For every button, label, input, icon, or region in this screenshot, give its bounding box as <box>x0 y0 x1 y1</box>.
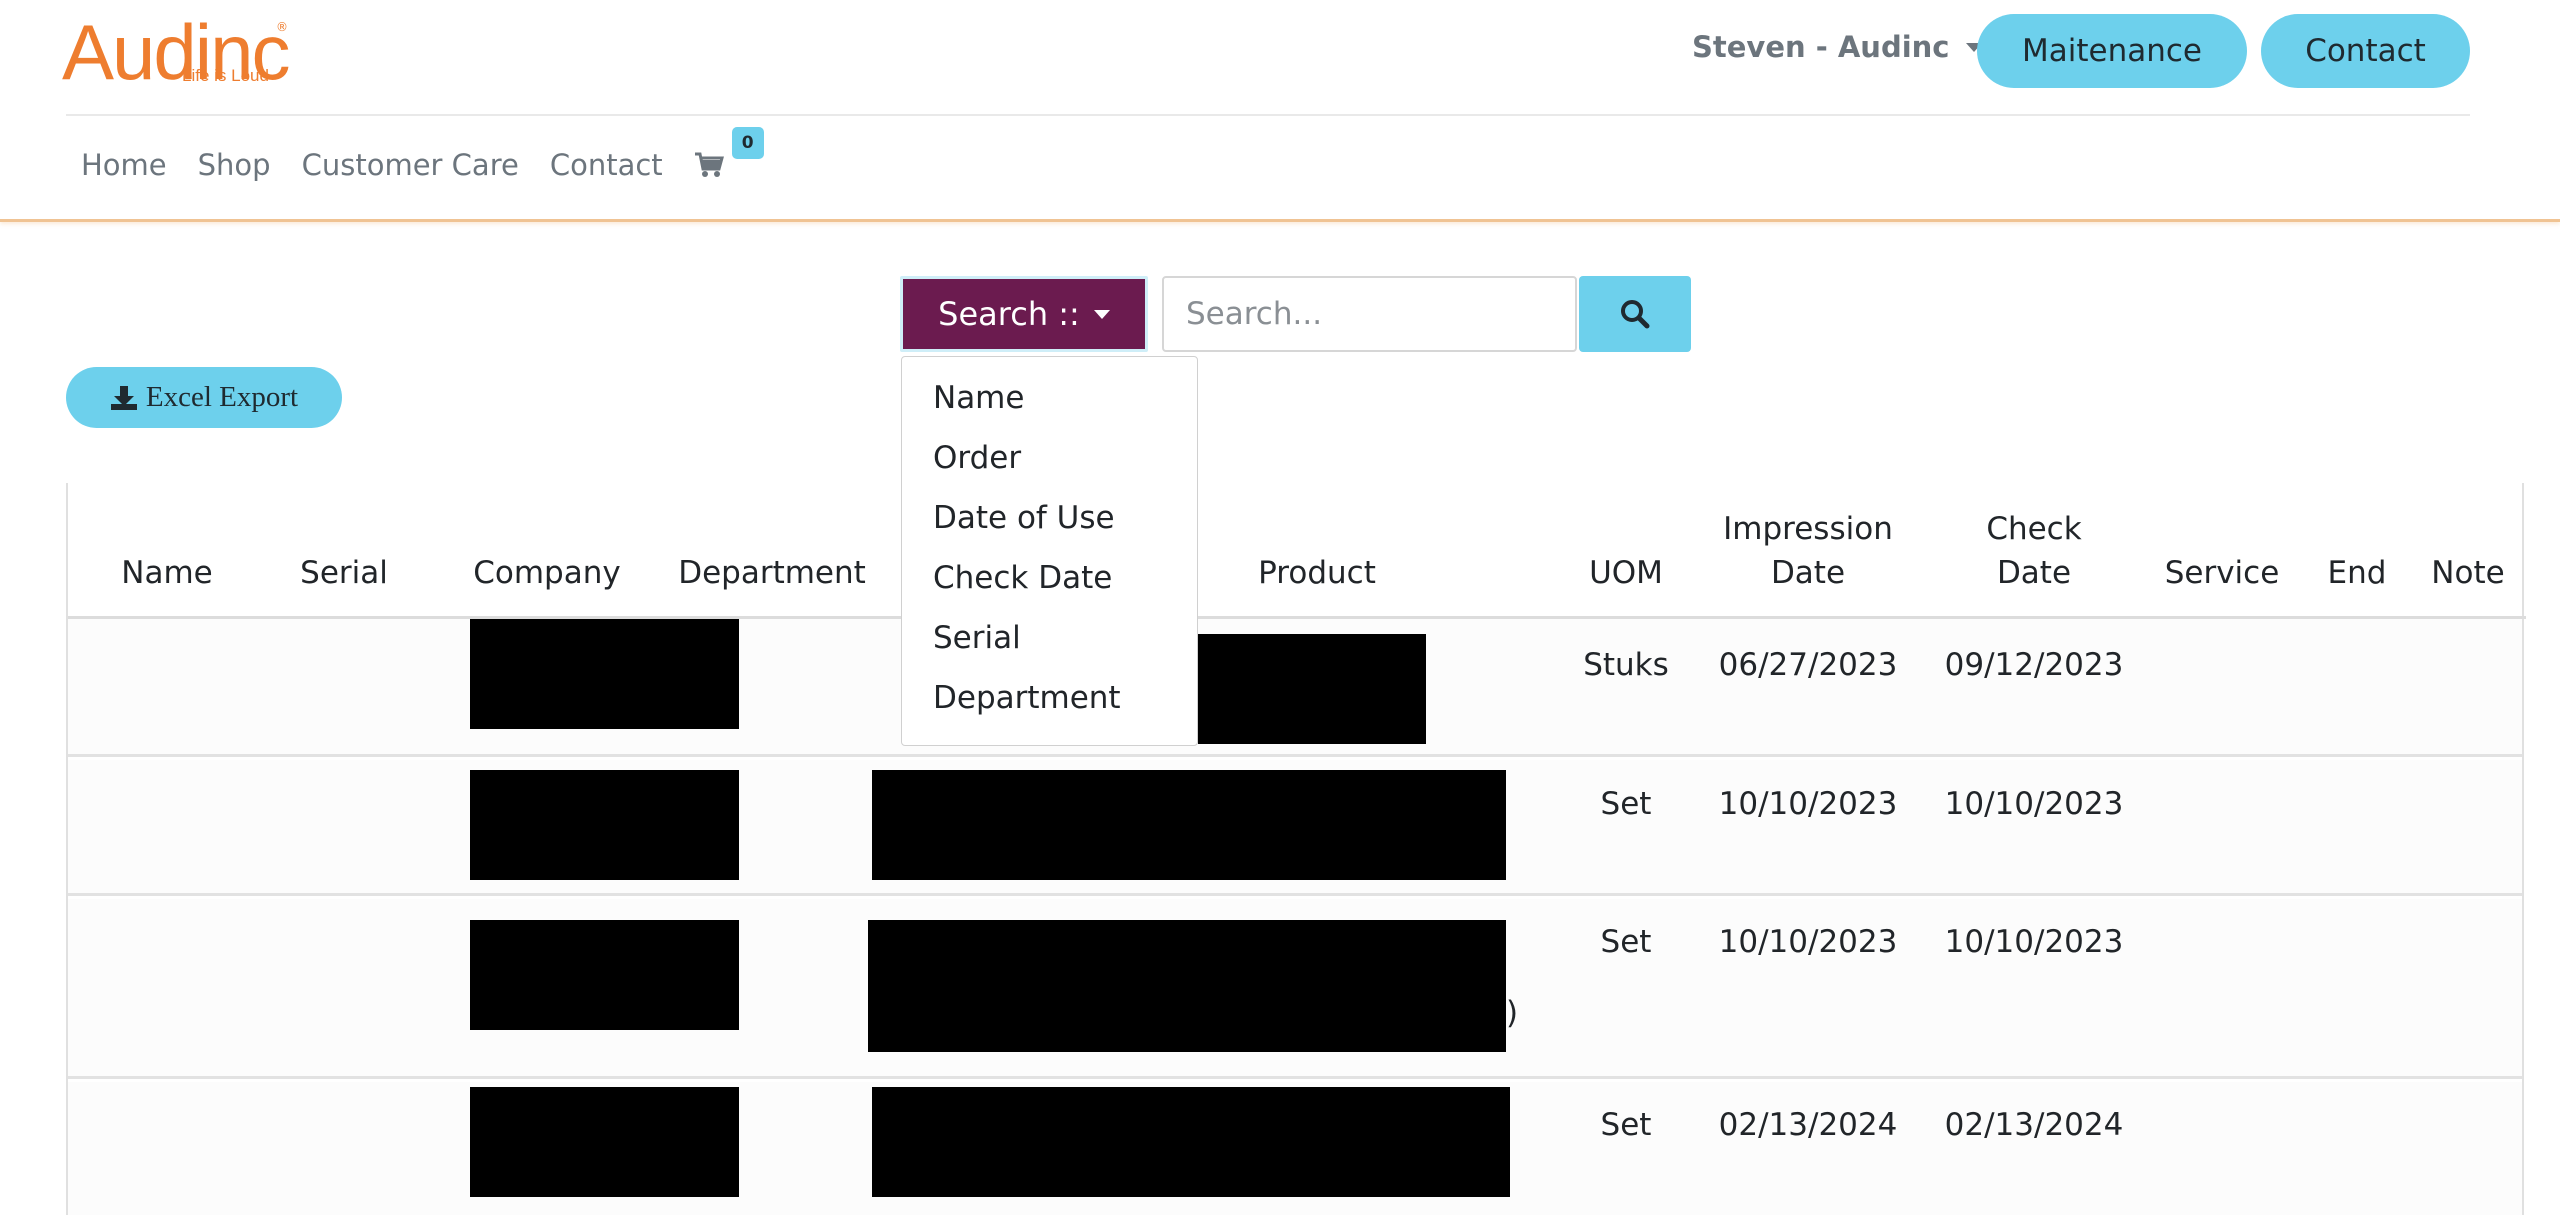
maintenance-button[interactable]: Maitenance <box>1977 14 2247 88</box>
dropdown-option-check-date[interactable]: Check Date <box>902 553 1197 613</box>
redacted-company <box>470 770 739 880</box>
cell-check-date: 10/10/2023 <box>1944 924 2124 960</box>
excel-export-label: Excel Export <box>145 381 299 413</box>
redacted-product <box>872 1087 1510 1197</box>
column-header-note[interactable]: Note <box>2418 551 2518 595</box>
download-icon <box>110 385 137 410</box>
nav-item-shop[interactable]: Shop <box>198 148 271 182</box>
contact-button[interactable]: Contact <box>2261 14 2470 88</box>
search-field-dropdown-button[interactable]: Search :: <box>900 276 1148 352</box>
logo-tagline: Life is Loud <box>182 66 269 85</box>
dropdown-option-order[interactable]: Order <box>902 433 1197 493</box>
search-icon <box>1621 300 1650 329</box>
column-header-service[interactable]: Service <box>2152 551 2292 595</box>
dropdown-option-department[interactable]: Department <box>902 673 1197 733</box>
column-header-product[interactable]: Product <box>1242 551 1392 595</box>
search-input[interactable] <box>1162 276 1577 352</box>
main-nav: Home Shop Customer Care Contact 0 <box>81 127 764 182</box>
table-row[interactable]: Set 10/10/2023 10/10/2023 <box>68 760 2522 896</box>
caret-down-icon <box>1093 309 1110 319</box>
registered-mark: ® <box>276 20 288 34</box>
site-header: Audinc ® Life is Loud Steven - Audinc Ma… <box>0 0 2560 222</box>
user-menu[interactable]: Steven - Audinc <box>1692 30 1982 64</box>
cell-impression-date: 10/10/2023 <box>1718 924 1898 960</box>
column-header-uom[interactable]: UOM <box>1576 551 1676 595</box>
search-dropdown-label: Search :: <box>938 295 1080 333</box>
column-header-impression-date[interactable]: Impression Date <box>1698 507 1918 595</box>
cart-link[interactable]: 0 <box>694 127 764 179</box>
table-row[interactable]: Stuks 06/27/2023 09/12/2023 <box>68 619 2522 757</box>
cell-impression-date: 10/10/2023 <box>1718 786 1898 822</box>
cell-check-date: 09/12/2023 <box>1944 647 2124 683</box>
redacted-company <box>470 1087 739 1197</box>
column-header-impression-line2: Date <box>1770 555 1846 591</box>
column-header-end[interactable]: End <box>2312 551 2402 595</box>
column-header-check-date[interactable]: Check Date <box>1934 507 2134 595</box>
cell-uom: Set <box>1600 786 1652 822</box>
redacted-product <box>868 920 1506 1052</box>
cell-impression-date: 02/13/2024 <box>1718 1107 1898 1143</box>
search-button[interactable] <box>1579 276 1691 352</box>
products-table: Name Serial Company Department Product U… <box>66 483 2526 1215</box>
cell-uom: Stuks <box>1583 647 1669 683</box>
cell-check-date: 02/13/2024 <box>1944 1107 2124 1143</box>
nav-item-customer-care[interactable]: Customer Care <box>302 148 519 182</box>
column-header-check-line1: Check <box>1986 511 2082 547</box>
cell-uom: Set <box>1600 924 1652 960</box>
column-header-check-line2: Date <box>1996 555 2072 591</box>
logo-text: Audinc <box>62 8 290 96</box>
nav-item-contact[interactable]: Contact <box>550 148 663 182</box>
cell-check-date: 10/10/2023 <box>1944 786 2124 822</box>
dropdown-option-serial[interactable]: Serial <box>902 613 1197 673</box>
redacted-product <box>1198 634 1426 744</box>
cell-uom: Set <box>1600 1107 1652 1143</box>
column-header-company[interactable]: Company <box>472 551 622 595</box>
column-header-impression-line1: Impression <box>1723 511 1893 547</box>
header-divider <box>66 114 2470 116</box>
product-text-fragment: ) <box>1505 995 1519 1031</box>
dropdown-option-name[interactable]: Name <box>902 373 1197 433</box>
user-label: Steven - Audinc <box>1692 30 1950 64</box>
column-header-department[interactable]: Department <box>672 551 872 595</box>
redacted-product <box>872 770 1506 880</box>
column-header-serial[interactable]: Serial <box>294 551 394 595</box>
column-header-name[interactable]: Name <box>102 551 232 595</box>
table-row[interactable]: ) Set 10/10/2023 10/10/2023 <box>68 899 2522 1079</box>
cart-count-badge: 0 <box>731 127 764 159</box>
table-row[interactable]: Set 02/13/2024 02/13/2024 <box>68 1082 2522 1215</box>
dropdown-option-date-of-use[interactable]: Date of Use <box>902 493 1197 553</box>
redacted-company <box>470 619 739 729</box>
cell-impression-date: 06/27/2023 <box>1718 647 1898 683</box>
shopping-cart-icon <box>694 152 724 177</box>
nav-item-home[interactable]: Home <box>81 148 167 182</box>
audinc-logo[interactable]: Audinc ® Life is Loud <box>62 0 292 104</box>
excel-export-button[interactable]: Excel Export <box>66 367 342 428</box>
redacted-company <box>470 920 739 1030</box>
search-field-dropdown-menu: Name Order Date of Use Check Date Serial… <box>901 356 1198 746</box>
